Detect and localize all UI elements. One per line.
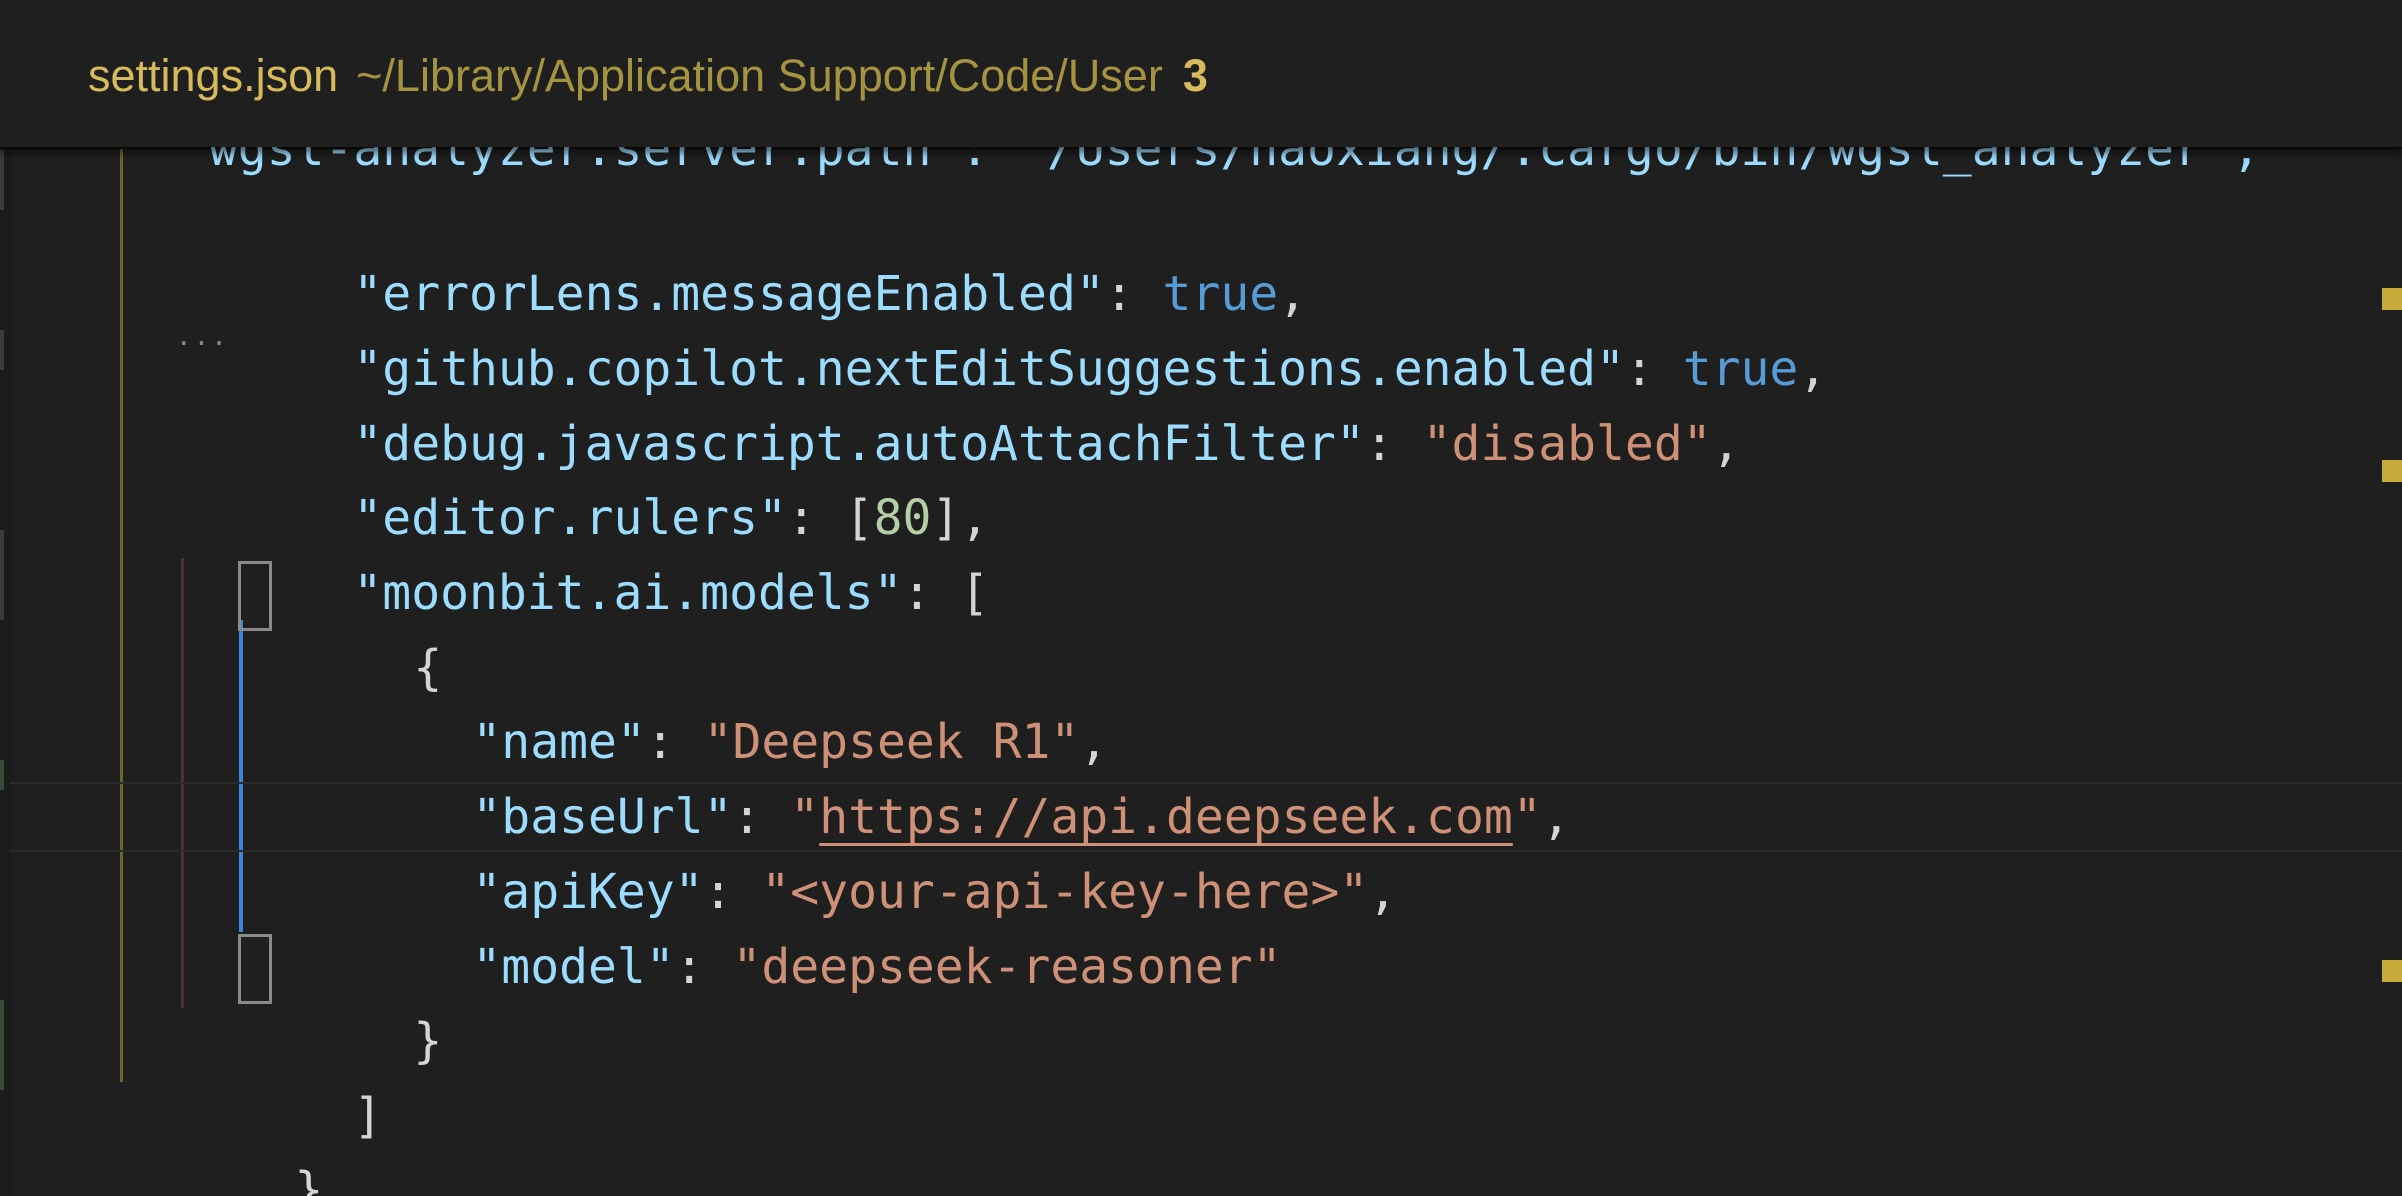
problem-count-badge[interactable]: 3 [1183, 50, 1208, 101]
json-bracket-open: [ [960, 564, 990, 621]
json-comma: , [1798, 340, 1828, 397]
bracket-match-highlight [238, 934, 272, 1004]
breadcrumb: settings.json ~/Library/Application Suppo… [88, 44, 1208, 108]
code-line[interactable]: "model": "deepseek-reasoner" [299, 855, 1281, 995]
file-path: ~/Library/Application Support/Code/User [356, 50, 1163, 101]
code-line[interactable]: } [121, 1078, 323, 1196]
json-key: "model" [472, 938, 675, 995]
json-string-quote: " [1512, 788, 1542, 845]
sticky-scroll-header[interactable]: settings.json ~/Library/Application Suppo… [0, 0, 2402, 147]
json-comma: , [1368, 863, 1398, 920]
json-colon: : [1364, 415, 1423, 472]
json-colon: : [902, 564, 961, 621]
code-line-current[interactable]: "apiKey": "<your-api-key-here>", [299, 780, 1397, 920]
code-line[interactable]: "debug.javascript.autoAttachFilter": "di… [180, 332, 1740, 472]
code-lines[interactable]: "wgsl-analyzer.server.path": "/Users/hao… [0, 0, 2402, 1196]
bracket-match-highlight [238, 561, 272, 631]
code-line[interactable]: "name": "Deepseek R1", [299, 630, 1108, 770]
code-line[interactable]: "moonbit.ai.models": [ [180, 481, 989, 621]
code-line[interactable]: "baseUrl": "https://api.deepseek.com", [299, 705, 1570, 845]
json-brace-close: } [294, 1161, 324, 1196]
code-line[interactable]: ] [180, 1004, 382, 1144]
json-string: "disabled" [1422, 415, 1712, 472]
json-bracket-close: ] [353, 1087, 383, 1144]
code-line[interactable]: "github.copilot.nextEditSuggestions.enab… [180, 257, 1827, 397]
json-string: "deepseek-reasoner" [732, 938, 1282, 995]
json-comma: , [1541, 788, 1571, 845]
overview-ruler-warning-mark[interactable] [2382, 288, 2402, 310]
json-comma: , [1711, 415, 1741, 472]
overview-ruler-warning-mark[interactable] [2382, 460, 2402, 482]
code-line[interactable]: "errorLens.messageEnabled": true, [180, 182, 1307, 322]
overview-ruler-warning-mark[interactable] [2382, 960, 2402, 982]
json-colon: : [674, 938, 733, 995]
code-editor[interactable]: "wgsl-analyzer.server.path": "/Users/hao… [0, 0, 2402, 1196]
file-name[interactable]: settings.json [88, 50, 338, 101]
json-brace-close: } [413, 1012, 443, 1069]
code-line[interactable]: "editor.rulers": [80], [180, 406, 989, 546]
